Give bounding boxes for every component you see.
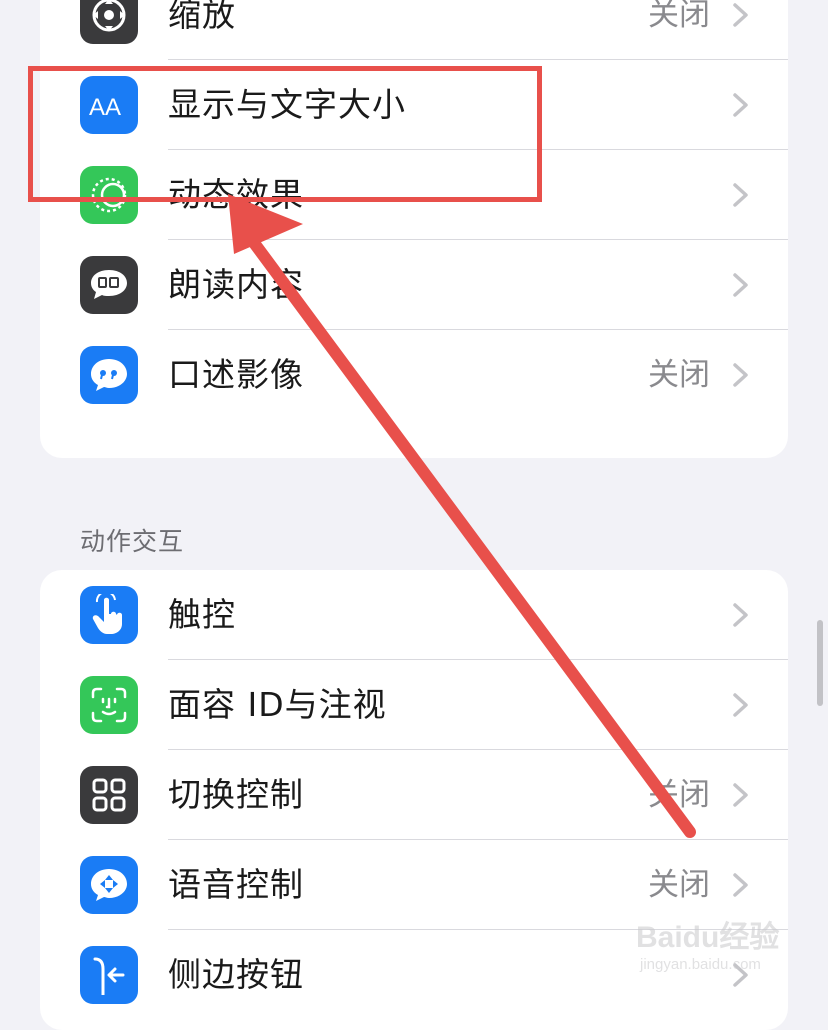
baidu-watermark: Baidu经验 jingyan.baidu.com: [636, 912, 816, 986]
annotation-arrow: [228, 194, 696, 838]
watermark-logo: Baidu经验: [636, 921, 780, 954]
watermark-url: jingyan.baidu.com: [640, 956, 761, 973]
